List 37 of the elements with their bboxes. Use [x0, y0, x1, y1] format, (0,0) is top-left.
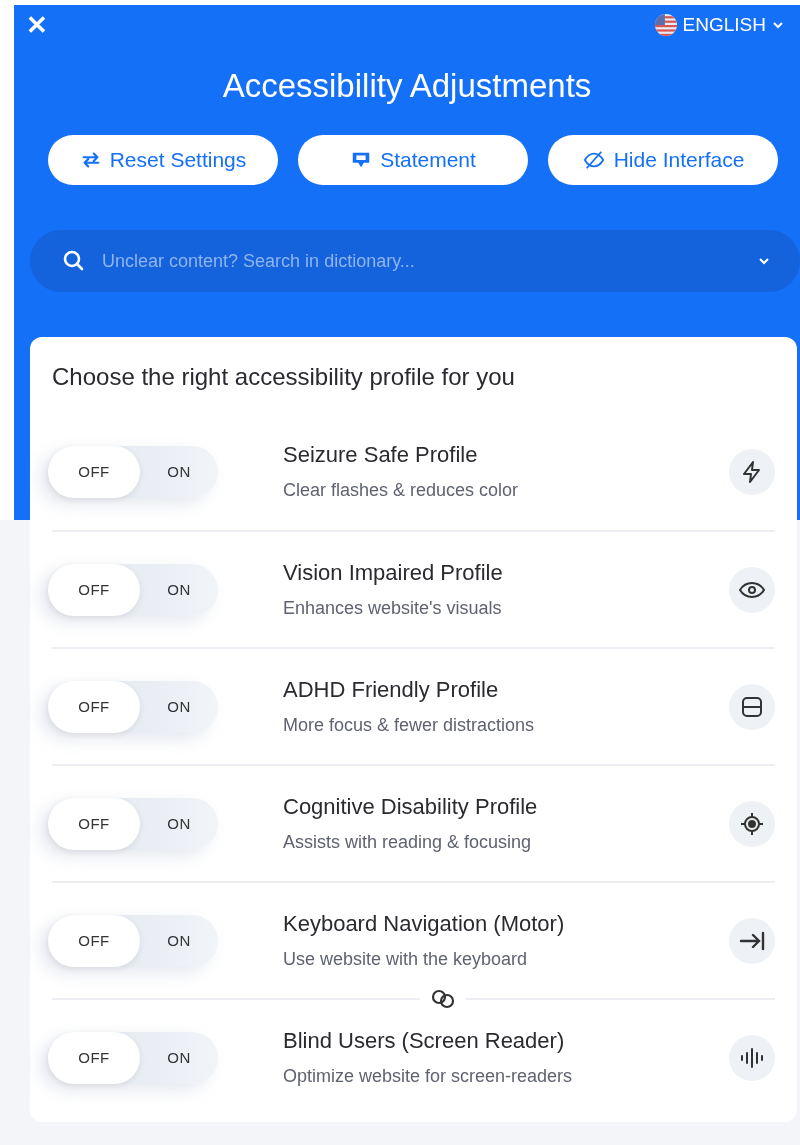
profile-title: Cognitive Disability Profile: [283, 794, 539, 820]
header-button[interactable]: Hide Interface: [548, 135, 778, 185]
eye-slash-icon: [581, 149, 606, 171]
profile-toggle[interactable]: OFF ON: [48, 563, 218, 616]
profile-title: Keyboard Navigation (Motor): [283, 911, 566, 937]
search-field[interactable]: Unclear content? Search in dictionary...: [30, 230, 800, 292]
profile-toggle[interactable]: OFF ON: [48, 914, 218, 967]
profile-title: ADHD Friendly Profile: [283, 677, 500, 703]
close-button[interactable]: ✕: [26, 12, 48, 38]
header-button[interactable]: Reset Settings: [48, 135, 278, 185]
profile-description: Use website with the keyboard: [283, 949, 529, 970]
flag-icon: [654, 14, 677, 36]
profile-title: Blind Users (Screen Reader): [283, 1028, 566, 1054]
target-icon: [739, 810, 765, 837]
panels-icon: [740, 694, 764, 719]
profile-description: Optimize website for screen-readers: [283, 1066, 574, 1087]
header-button[interactable]: Statement: [298, 135, 528, 185]
profile-toggle[interactable]: OFF ON: [48, 797, 218, 850]
card-heading: Choose the right accessibility profile for you: [52, 363, 516, 391]
profile-description: More focus & fewer distractions: [283, 715, 536, 736]
language-selector[interactable]: ENGLISH: [654, 14, 784, 36]
search-input[interactable]: Unclear content? Search in dictionary...: [100, 249, 744, 273]
profile-title: Vision Impaired Profile: [283, 560, 504, 586]
profile-toggle[interactable]: OFF ON: [48, 1031, 218, 1084]
profile-toggle[interactable]: OFF ON: [48, 680, 218, 733]
search-icon: [62, 249, 86, 273]
eye-icon: [739, 579, 765, 600]
profile-description: Enhances website's visuals: [283, 598, 503, 619]
profile-title: Seizure Safe Profile: [283, 442, 479, 468]
chevron-down-icon: [772, 19, 784, 31]
profile-toggle[interactable]: OFF ON: [48, 445, 218, 498]
panel-title: Accessibility Adjustments: [221, 67, 593, 105]
profile-description: Clear flashes & reduces color: [283, 480, 520, 501]
chevron-down-icon: [758, 255, 770, 267]
arrow-to-bar-icon: [739, 929, 765, 952]
sound-wave-icon: [739, 1046, 765, 1069]
profile-description: Assists with reading & focusing: [283, 832, 533, 853]
